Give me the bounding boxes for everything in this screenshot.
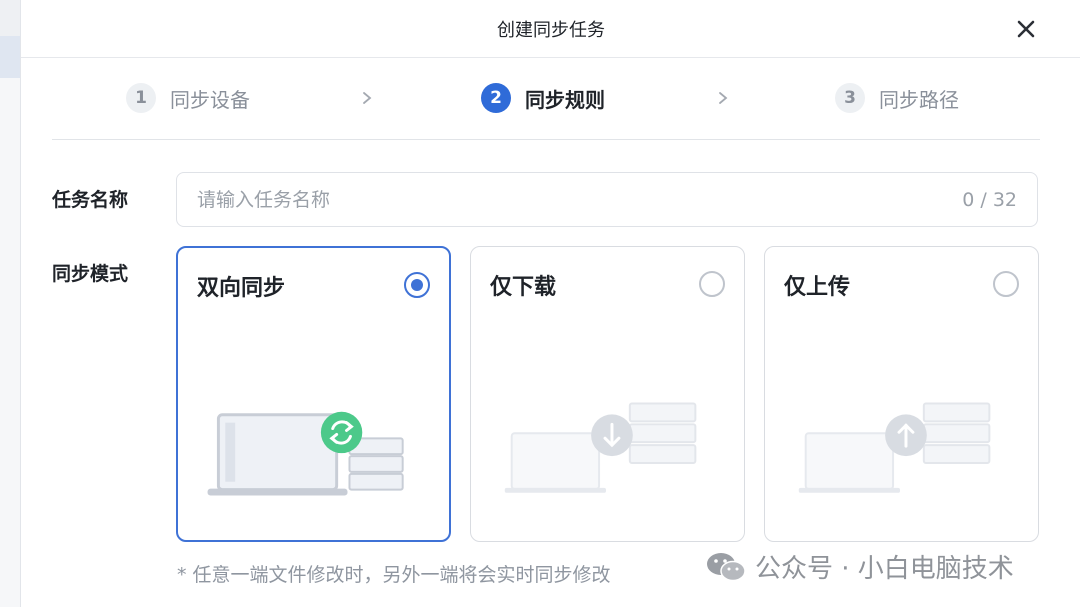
dialog-title: 创建同步任务 xyxy=(497,19,605,41)
close-icon[interactable] xyxy=(1013,16,1039,42)
mode-title: 仅上传 xyxy=(784,275,851,300)
stepper: 1 同步设备 2 同步规则 3 同步路径 xyxy=(52,64,1040,140)
mode-card-two-way[interactable]: 双向同步 xyxy=(176,246,451,542)
mode-title: 仅下载 xyxy=(490,275,557,300)
radio-button[interactable] xyxy=(699,271,725,297)
radio-button[interactable] xyxy=(993,271,1019,297)
step-sync-path: 3 同步路径 xyxy=(835,83,959,113)
background-panel-highlight xyxy=(0,36,20,78)
watermark-text: 公众号 · 小白电脑技术 xyxy=(755,554,1014,584)
chevron-right-icon xyxy=(363,92,372,104)
task-name-label: 任务名称 xyxy=(52,189,129,211)
step-label: 同步设备 xyxy=(170,87,250,112)
server-stack-icon xyxy=(922,402,991,465)
mode-card-download-only[interactable]: 仅下载 xyxy=(470,246,745,542)
task-name-field[interactable]: 0 / 32 xyxy=(176,172,1038,227)
mode-card-upload-only[interactable]: 仅上传 xyxy=(764,246,1039,542)
task-name-input[interactable] xyxy=(197,188,963,211)
step-number: 3 xyxy=(835,83,865,113)
server-stack-icon xyxy=(348,437,404,491)
dialog-header: 创建同步任务 xyxy=(21,0,1080,58)
server-stack-icon xyxy=(628,402,697,465)
mode-title: 双向同步 xyxy=(197,276,286,301)
step-number: 2 xyxy=(481,83,511,113)
step-label: 同步规则 xyxy=(525,87,605,112)
create-sync-task-dialog: 创建同步任务 1 同步设备 2 同步规则 3 同步路径 任务名称 0 / 32 … xyxy=(20,0,1080,607)
step-label: 同步路径 xyxy=(879,87,959,112)
step-sync-rules: 2 同步规则 xyxy=(481,83,605,113)
chevron-right-icon xyxy=(719,92,728,104)
sync-mode-hint: * 任意一端文件修改时，另外一端将会实时同步修改 xyxy=(177,564,611,586)
download-illustration xyxy=(504,402,697,493)
upload-illustration xyxy=(798,402,991,493)
two-way-sync-illustration xyxy=(207,411,404,496)
background-panel xyxy=(0,78,20,607)
watermark: 公众号 · 小白电脑技术 xyxy=(705,548,1014,585)
sync-mode-label: 同步模式 xyxy=(52,263,129,285)
step-sync-device: 1 同步设备 xyxy=(126,83,250,113)
wechat-icon xyxy=(707,552,746,581)
char-counter: 0 / 32 xyxy=(962,188,1017,211)
radio-button[interactable] xyxy=(404,272,430,298)
step-number: 1 xyxy=(126,83,156,113)
